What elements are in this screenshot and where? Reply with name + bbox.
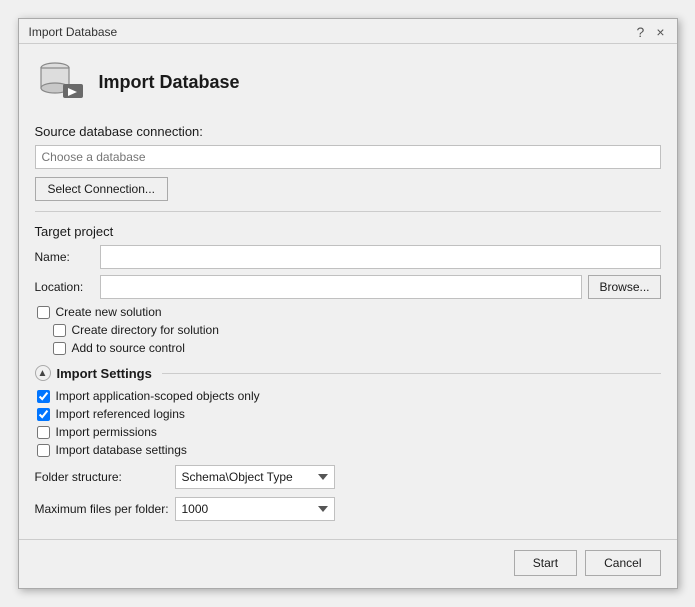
name-label: Name:: [35, 250, 100, 264]
permissions-label[interactable]: Import permissions: [56, 425, 157, 439]
settings-line: [162, 373, 661, 374]
folder-structure-row: Folder structure: Schema\Object Type Obj…: [35, 465, 661, 489]
add-source-control-checkbox[interactable]: [53, 342, 66, 355]
max-files-dropdown[interactable]: 1000 500 250 100: [175, 497, 335, 521]
opt-app-scoped: Import application-scoped objects only: [37, 389, 661, 403]
ref-logins-label[interactable]: Import referenced logins: [56, 407, 185, 421]
help-button[interactable]: ?: [633, 25, 649, 39]
dialog-body: Import Database Source database connecti…: [19, 44, 677, 539]
collapse-button[interactable]: ▲: [35, 365, 51, 381]
start-button[interactable]: Start: [514, 550, 577, 576]
source-label: Source database connection:: [35, 124, 661, 139]
create-directory-checkbox[interactable]: [53, 324, 66, 337]
target-section: Target project Name: Location: Browse...…: [35, 224, 661, 355]
target-label: Target project: [35, 224, 661, 239]
title-bar: Import Database ? ×: [19, 19, 677, 44]
select-connection-button[interactable]: Select Connection...: [35, 177, 168, 201]
header-title: Import Database: [99, 72, 240, 93]
app-scoped-label[interactable]: Import application-scoped objects only: [56, 389, 260, 403]
import-settings-header: ▲ Import Settings: [35, 365, 661, 381]
name-row: Name:: [35, 245, 661, 269]
create-directory-label[interactable]: Create directory for solution: [72, 323, 219, 337]
title-bar-controls: ? ×: [633, 25, 669, 39]
opt-ref-logins: Import referenced logins: [37, 407, 661, 421]
app-scoped-checkbox[interactable]: [37, 390, 50, 403]
database-input[interactable]: [35, 145, 661, 169]
permissions-checkbox[interactable]: [37, 426, 50, 439]
db-settings-label[interactable]: Import database settings: [56, 443, 187, 457]
folder-structure-dropdown[interactable]: Schema\Object Type Object Type Schema: [175, 465, 335, 489]
max-files-row: Maximum files per folder: 1000 500 250 1…: [35, 497, 661, 521]
name-input[interactable]: [100, 245, 661, 269]
database-icon: [35, 56, 87, 108]
import-options: Import application-scoped objects only I…: [35, 389, 661, 457]
db-settings-checkbox[interactable]: [37, 444, 50, 457]
dialog-title: Import Database: [29, 25, 118, 39]
location-label: Location:: [35, 280, 100, 294]
header-section: Import Database: [35, 56, 661, 108]
add-source-control-label[interactable]: Add to source control: [72, 341, 185, 355]
dialog-footer: Start Cancel: [19, 539, 677, 588]
source-divider: [35, 211, 661, 212]
opt-db-settings: Import database settings: [37, 443, 661, 457]
import-settings-title: Import Settings: [57, 366, 152, 381]
opt-permissions: Import permissions: [37, 425, 661, 439]
create-solution-checkbox[interactable]: [37, 306, 50, 319]
ref-logins-checkbox[interactable]: [37, 408, 50, 421]
create-solution-row: Create new solution: [37, 305, 661, 319]
add-source-control-row: Add to source control: [53, 341, 661, 355]
cancel-button[interactable]: Cancel: [585, 550, 660, 576]
create-solution-label[interactable]: Create new solution: [56, 305, 162, 319]
create-directory-row: Create directory for solution: [53, 323, 661, 337]
import-database-dialog: Import Database ? × Import Database Sour…: [18, 18, 678, 589]
source-section: Source database connection: Select Conne…: [35, 124, 661, 201]
folder-structure-label: Folder structure:: [35, 470, 175, 484]
import-settings-section: ▲ Import Settings Import application-sco…: [35, 365, 661, 521]
close-button[interactable]: ×: [652, 25, 668, 39]
max-files-label: Maximum files per folder:: [35, 502, 175, 516]
browse-button[interactable]: Browse...: [588, 275, 660, 299]
location-row: Location: Browse...: [35, 275, 661, 299]
location-input[interactable]: [100, 275, 583, 299]
